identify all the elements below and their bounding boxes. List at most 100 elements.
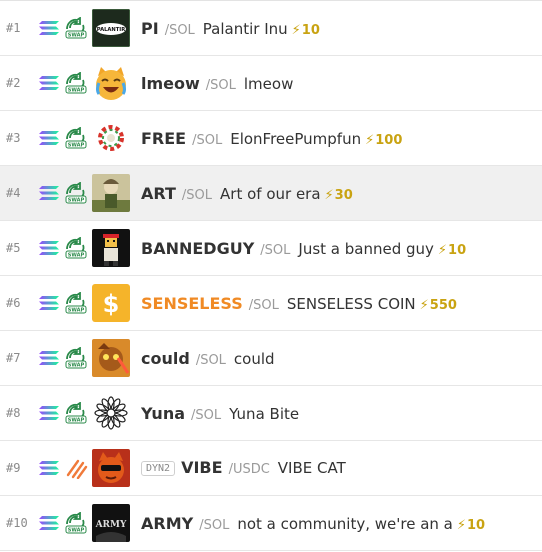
dollar-icon: $ <box>92 284 130 322</box>
quote-symbol: /SOL <box>260 242 291 258</box>
token-row-1[interactable]: #1 SWAP PALANTIR PI /SOL Palantir Inu ⚡1… <box>0 1 542 56</box>
rank-label: #3 <box>6 131 21 145</box>
boost-badge: ⚡100 <box>365 133 402 148</box>
token-name: Art of our era <box>220 184 321 203</box>
rank-label: #7 <box>6 351 21 365</box>
quote-symbol: /SOL <box>248 297 279 313</box>
flower-icon <box>92 394 130 432</box>
bolt-icon: ⚡ <box>437 242 448 258</box>
token-row-10[interactable]: #10 SWAP ARMY ARMY /SOL not a community,… <box>0 496 542 551</box>
pixel-guy-avatar <box>92 229 130 267</box>
token-symbol: ARMY <box>141 513 194 533</box>
boost-value: 10 <box>301 22 320 38</box>
boost-badge: ⚡30 <box>325 188 353 203</box>
boost-value: 10 <box>467 517 486 533</box>
token-symbol: BANNEDGUY <box>141 238 255 258</box>
swap-icon: SWAP <box>64 16 88 39</box>
avatar-text: $ <box>103 290 120 318</box>
token-row-7[interactable]: #7 SWAP could /SOL could <box>0 331 542 386</box>
solana-icon <box>38 350 60 366</box>
quote-symbol: /SOL <box>205 77 236 93</box>
token-name: lmeow <box>243 74 294 93</box>
token-row-9[interactable]: #9 DYN2 VIBE /USDC VIBE CAT <box>0 441 542 496</box>
dex-stripes-icon <box>64 457 88 480</box>
quote-symbol: /SOL <box>192 132 223 148</box>
rank-label: #9 <box>6 461 21 475</box>
cat-emoji-icon <box>92 64 130 102</box>
rank-label: #8 <box>6 406 21 420</box>
bolt-icon: ⚡ <box>365 132 375 148</box>
token-name: Just a banned guy <box>298 239 434 258</box>
token-name: not a community, we're an a <box>237 514 453 533</box>
svg-text:SWAP: SWAP <box>68 418 85 424</box>
token-row-6[interactable]: #6 SWAP $ SENSELESS /SOL SENSELESS COIN <box>0 276 542 331</box>
bolt-icon: ⚡ <box>291 22 301 38</box>
boost-value: 30 <box>334 187 353 203</box>
wreath-icon <box>92 119 130 157</box>
cat-laser-avatar <box>92 339 130 377</box>
swap-icon: SWAP <box>64 126 88 149</box>
svg-text:SWAP: SWAP <box>68 143 85 149</box>
swap-icon: SWAP <box>64 346 88 369</box>
token-row-3[interactable]: #3 SWAP FREE /SOL ElonFreePumpfun ⚡100 <box>0 111 542 166</box>
palantir-avatar: PALANTIR <box>92 9 130 47</box>
token-symbol: Yuna <box>141 403 185 423</box>
token-symbol: could <box>141 348 190 368</box>
bolt-icon: ⚡ <box>324 187 334 203</box>
quote-symbol: /SOL <box>164 22 195 38</box>
boost-value: 100 <box>375 132 403 148</box>
quote-symbol: /USDC <box>228 462 270 477</box>
token-row-5[interactable]: #5 SWAP BANNEDGUY /SOL Just a banned guy <box>0 221 542 276</box>
quote-symbol: /SOL <box>199 517 230 533</box>
bolt-icon: ⚡ <box>456 517 466 533</box>
boost-value: 550 <box>429 297 457 313</box>
solana-icon <box>38 460 60 476</box>
token-symbol: SENSELESS <box>141 293 243 313</box>
army-avatar: ARMY <box>92 504 130 542</box>
boost-badge: ⚡550 <box>420 298 457 313</box>
token-row-4[interactable]: #4 SWAP ART /SOL Art of our era ⚡30 <box>0 166 542 221</box>
swap-icon: SWAP <box>64 291 88 314</box>
art-avatar <box>92 174 130 212</box>
token-symbol: VIBE <box>181 458 223 477</box>
token-symbol: ART <box>141 183 176 203</box>
solana-icon <box>38 515 60 531</box>
svg-text:SWAP: SWAP <box>68 198 85 204</box>
swap-icon: SWAP <box>64 511 88 534</box>
svg-text:SWAP: SWAP <box>68 308 85 314</box>
token-row-2[interactable]: #2 SWAP lmeow /SOL lmeow <box>0 56 542 111</box>
token-symbol: lmeow <box>141 73 200 93</box>
token-row-8[interactable]: #8 SWAP Yuna /SOL Yuna Bite <box>0 386 542 441</box>
svg-text:SWAP: SWAP <box>68 528 85 534</box>
solana-icon <box>38 130 60 146</box>
token-list: #1 SWAP PALANTIR PI /SOL Palantir Inu ⚡1… <box>0 0 542 551</box>
solana-icon <box>38 405 60 421</box>
avatar-text: PALANTIR <box>97 27 125 33</box>
token-name: Yuna Bite <box>229 404 300 423</box>
svg-text:SWAP: SWAP <box>68 33 85 39</box>
quote-symbol: /SOL <box>181 187 213 203</box>
token-name: could <box>233 349 275 368</box>
token-symbol: PI <box>141 18 159 38</box>
boost-badge: ⚡10 <box>457 518 485 533</box>
token-name: SENSELESS COIN <box>286 294 416 313</box>
swap-icon: SWAP <box>64 181 88 204</box>
avatar-text: ARMY <box>95 520 127 530</box>
svg-text:SWAP: SWAP <box>68 363 85 369</box>
swap-icon: SWAP <box>64 71 88 94</box>
token-name: Palantir Inu <box>202 19 288 38</box>
solana-icon <box>38 295 60 311</box>
boost-value: 10 <box>448 242 467 258</box>
boost-badge: ⚡10 <box>292 23 320 38</box>
token-name: VIBE CAT <box>277 459 346 477</box>
boost-badge: ⚡10 <box>438 243 466 258</box>
solana-icon <box>38 185 60 201</box>
rank-label: #10 <box>6 516 28 530</box>
bolt-icon: ⚡ <box>419 297 429 313</box>
quote-symbol: /SOL <box>195 352 226 368</box>
swap-icon: SWAP <box>64 236 88 259</box>
token-name: ElonFreePumpfun <box>230 129 362 148</box>
rank-label: #4 <box>6 186 21 200</box>
quote-symbol: /SOL <box>191 407 222 423</box>
svg-text:SWAP: SWAP <box>68 88 85 94</box>
